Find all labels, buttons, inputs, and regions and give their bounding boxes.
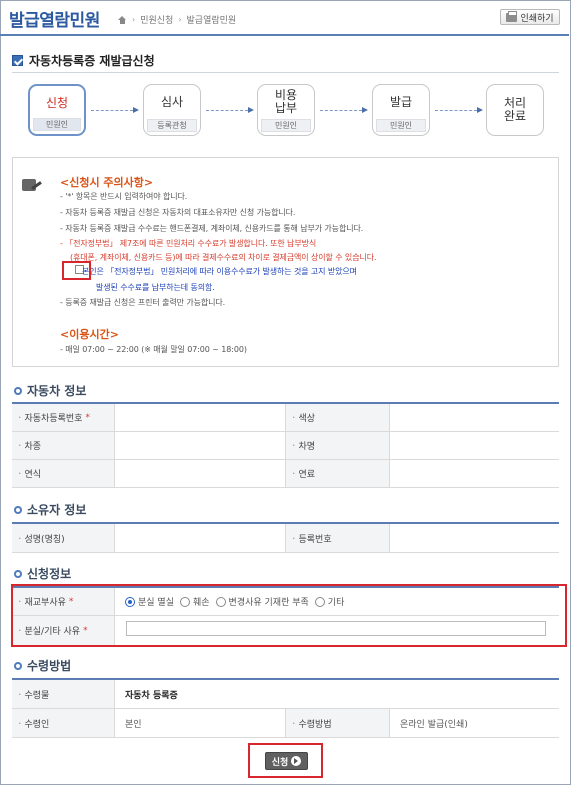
notice-line-warning: - 「전자정부법」 제7조에 따른 민원처리 수수료가 발생합니다. 또한 납부… <box>60 239 317 248</box>
arrow-right-icon <box>91 107 139 113</box>
step-label: 발급 <box>389 95 413 109</box>
bullet-icon <box>14 569 22 578</box>
table-row: 성명(명칭) 등록번호 <box>12 524 559 553</box>
table-header: 수령방법 <box>285 709 390 737</box>
table-row: 연식 연료 <box>12 460 559 488</box>
step-sub: 민원인 <box>376 119 426 132</box>
notice-line: - 등록증 재발급 신청은 프린터 출력만 가능합니다. <box>60 298 226 307</box>
section-title: 수령방법 <box>14 657 71 674</box>
step-payment: 비용 납부 민원인 <box>257 84 315 136</box>
table-row: 수령인 본인 수령방법 온라인 발급(인쇄) <box>12 709 559 738</box>
section-title: 자동차 정보 <box>14 382 86 399</box>
step-sub: 민원인 <box>261 119 311 132</box>
notice-line-warning: (휴대폰, 계좌이체, 신용카드 등)에 따라 결제수수료의 차이로 결제금액이… <box>70 253 377 262</box>
table-header: 차종 <box>12 432 115 459</box>
breadcrumb-item[interactable]: 민원신청 <box>140 13 173 26</box>
table-cell: 자동차 등록증 <box>125 690 178 701</box>
chevron-right-icon: › <box>178 15 182 24</box>
step-label: 심사 <box>160 95 184 109</box>
step-apply: 신청 민원인 <box>28 84 86 136</box>
bullet-icon <box>14 661 22 670</box>
step-review: 심사 등록관청 <box>143 84 201 136</box>
table-cell: 온라인 발급(인쇄) <box>400 719 468 730</box>
print-button[interactable]: 인쇄하기 <box>500 9 560 25</box>
table-header: 자동차등록번호* <box>12 404 115 431</box>
header-bar: 발급열람민원 › 민원신청 › 발급열람민원 인쇄하기 <box>0 0 569 36</box>
print-button-label: 인쇄하기 <box>520 13 554 24</box>
car-info-table: 자동차등록번호* 색상 차종 차명 연식 연료 <box>12 402 559 488</box>
step-complete: 처리 완료 <box>486 84 544 136</box>
page-title-text: 자동차등록증 재발급신청 <box>29 54 155 68</box>
table-cell <box>390 524 559 552</box>
table-row: 차종 차명 <box>12 432 559 460</box>
step-label: 신청 <box>45 96 69 110</box>
checkbox-checked-icon <box>12 55 23 66</box>
table-cell <box>115 432 285 459</box>
step-issue: 발급 민원인 <box>372 84 430 136</box>
printer-icon <box>506 10 518 22</box>
hours-text: - 매일 07:00 ~ 22:00 (※ 매월 말일 07:00 ~ 18:0… <box>60 345 247 354</box>
table-cell <box>115 460 285 487</box>
table-header: 수령인 <box>12 709 115 737</box>
table-cell: 본인 <box>125 719 142 730</box>
step-sub: 등록관청 <box>147 119 197 132</box>
bullet-icon <box>14 386 22 395</box>
step-label: 비용 납부 <box>274 88 298 115</box>
table-row: 수령물 자동차 등록증 <box>12 680 559 709</box>
table-cell <box>390 460 559 487</box>
owner-info-table: 성명(명칭) 등록번호 <box>12 522 559 553</box>
divider <box>12 72 559 73</box>
chevron-right-icon: › <box>132 15 136 24</box>
bullet-icon <box>14 505 22 514</box>
notice-line: - 자동차 등록증 재발급 수수료는 핸드폰결제, 계좌이체, 신용카드를 통해… <box>60 224 364 233</box>
table-header: 연식 <box>12 460 115 487</box>
breadcrumb: › 민원신청 › 발급열람민원 <box>118 13 236 26</box>
highlight-box <box>248 743 323 778</box>
step-sub: 민원인 <box>33 118 81 131</box>
table-header: 성명(명칭) <box>12 524 115 552</box>
section-title: 신청정보 <box>14 565 71 582</box>
table-cell <box>115 524 285 552</box>
table-header: 색상 <box>285 404 390 431</box>
arrow-right-icon <box>320 107 368 113</box>
notice-line: - 자동차 등록증 재발급 신청은 자동차의 대표소유자만 신청 가능합니다. <box>60 208 296 217</box>
agree-text: 발생된 수수료를 납부하는데 동의함. <box>96 283 215 292</box>
arrow-right-icon <box>206 107 254 113</box>
agree-text: 본인은 「전자정부법」 민원처리에 따라 이용수수료가 발생하는 것을 고지 받… <box>82 267 357 276</box>
notice-title: <신청시 주의사항> <box>60 176 154 189</box>
table-cell <box>390 404 559 431</box>
table-header: 연료 <box>285 460 390 487</box>
hours-title: <이용시간> <box>60 328 119 341</box>
page-header-title: 발급열람민원 <box>9 11 100 31</box>
table-header: 등록번호 <box>285 524 390 552</box>
highlight-box <box>62 261 91 280</box>
arrow-right-icon <box>435 107 483 113</box>
highlight-box <box>11 584 567 647</box>
table-cell <box>390 432 559 459</box>
notice-line: - '*' 항목은 반드시 입력하여야 합니다. <box>60 192 188 201</box>
memo-pencil-icon <box>22 177 42 193</box>
home-icon[interactable] <box>118 15 127 24</box>
table-row: 자동차등록번호* 색상 <box>12 404 559 432</box>
table-header: 수령물 <box>12 680 115 708</box>
table-header: 차명 <box>285 432 390 459</box>
receive-info-table: 수령물 자동차 등록증 수령인 본인 수령방법 온라인 발급(인쇄) <box>12 678 559 738</box>
table-cell <box>115 404 285 431</box>
breadcrumb-item-current: 발급열람민원 <box>186 16 237 26</box>
page-title: 자동차등록증 재발급신청 <box>12 52 155 69</box>
step-label: 처리 완료 <box>503 96 527 123</box>
section-title: 소유자 정보 <box>14 501 86 518</box>
